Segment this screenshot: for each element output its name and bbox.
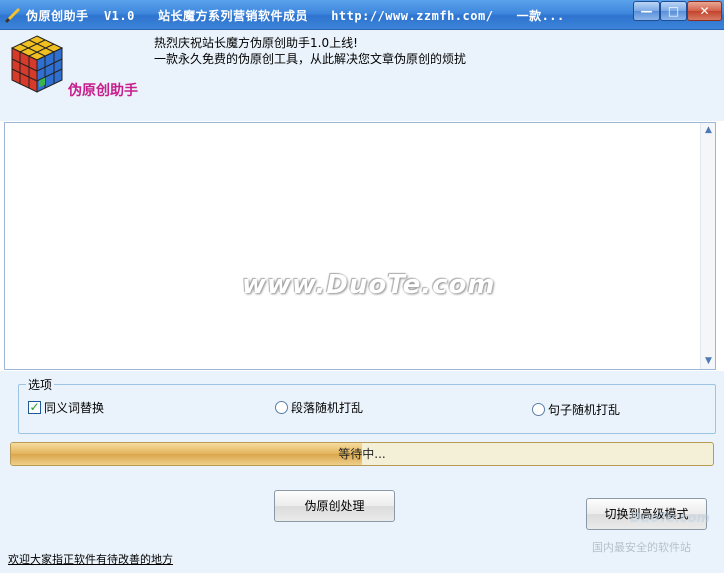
vertical-scrollbar[interactable]: ▲ ▼ — [700, 123, 715, 369]
radio-icon[interactable] — [532, 402, 545, 416]
corner-watermark: DuoTe.com 国内最安全的软件站 — [590, 497, 720, 557]
options-panel: 选项 ✓ 同义词替换 段落随机打乱 句子随机打乱 等待中... 伪原创处理 切换… — [0, 371, 724, 573]
option-label: 同义词替换 — [44, 400, 105, 415]
scroll-up-icon[interactable]: ▲ — [703, 125, 714, 136]
option-label: 句子随机打乱 — [548, 402, 621, 417]
scroll-down-icon[interactable]: ▼ — [703, 356, 714, 367]
announcement-line-2: 一款永久免费的伪原创工具，从此解决您文章伪原创的烦扰 — [154, 52, 467, 66]
duote-watermark: www.DuoTe.com — [242, 270, 496, 300]
rubiks-cube-logo-icon — [10, 35, 64, 93]
progress-status: 等待中... — [338, 447, 386, 461]
announcement-line-1: 热烈庆祝站长魔方伪原创助手1.0上线! — [154, 36, 358, 50]
maximize-button[interactable]: □ — [660, 1, 687, 21]
corner-watermark-slogan: 国内最安全的软件站 — [592, 541, 691, 554]
option-shuffle-sentences[interactable]: 句子随机打乱 — [532, 401, 620, 417]
header-banner: 伪原创助手 热烈庆祝站长魔方伪原创助手1.0上线! 一款永久免费的伪原创工具，从… — [0, 30, 724, 121]
option-synonym-replace[interactable]: ✓ 同义词替换 — [28, 399, 104, 415]
feedback-link[interactable]: 欢迎大家指正软件有待改善的地方 — [8, 551, 173, 567]
window-title: 伪原创助手 V1.0 站长魔方系列营销软件成员 http://www.zzmfh… — [26, 9, 565, 23]
process-button[interactable]: 伪原创处理 — [274, 490, 395, 522]
options-legend: 选项 — [26, 376, 55, 393]
close-button[interactable]: ✕ — [687, 1, 722, 21]
corner-watermark-site: DuoTe.com — [630, 511, 711, 526]
radio-icon[interactable] — [275, 400, 288, 414]
minimize-button[interactable]: — — [633, 1, 660, 21]
option-label: 段落随机打乱 — [291, 400, 364, 415]
checkbox-checked-icon[interactable]: ✓ — [28, 400, 41, 414]
option-shuffle-paragraphs[interactable]: 段落随机打乱 — [275, 399, 363, 415]
progress-bar: 等待中... — [10, 442, 714, 466]
title-bar: 伪原创助手 V1.0 站长魔方系列营销软件成员 http://www.zzmfh… — [0, 0, 724, 30]
pen-icon — [4, 7, 21, 24]
brand-name: 伪原创助手 — [68, 83, 138, 99]
article-input[interactable] — [4, 122, 716, 370]
